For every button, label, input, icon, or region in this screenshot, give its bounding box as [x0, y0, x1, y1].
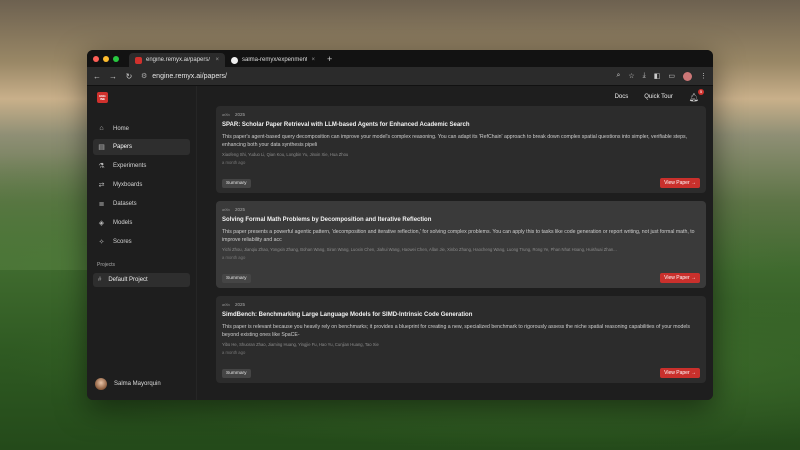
quick-tour-link[interactable]: Quick Tour	[644, 94, 673, 100]
reload-button[interactable]: ↻	[125, 72, 133, 81]
profile-avatar-icon[interactable]	[683, 71, 692, 81]
browser-menu-icon[interactable]: ⋮	[700, 72, 707, 80]
paper-card[interactable]: arXiv 2025 Solving Formal Math Problems …	[216, 201, 706, 288]
paper-age: a month ago	[222, 160, 246, 165]
sidebar-item-models[interactable]: ◈ Models	[93, 215, 190, 231]
close-tab-icon[interactable]: ×	[311, 57, 315, 63]
view-paper-button[interactable]: View Paper →	[660, 178, 700, 188]
paper-card[interactable]: arXiv 2025 SimdBench: Benchmarking Large…	[216, 296, 706, 383]
paper-title[interactable]: SimdBench: Benchmarking Large Language M…	[222, 312, 700, 318]
sidebar-item-experiments[interactable]: ⚗ Experiments	[93, 158, 190, 174]
paper-description: This paper is relevant because you heavi…	[222, 324, 690, 338]
notifications-button[interactable]: 🔔︎ 5	[688, 88, 704, 102]
browser-toolbar: ← → ↻ ⚙ engine.remyx.ai/papers/ ⌕ ☆ ⤓ ◧ …	[87, 67, 713, 86]
myxboards-icon: ⇄	[98, 182, 105, 189]
sidebar-item-label: Models	[113, 220, 133, 226]
close-window-button[interactable]	[93, 55, 99, 62]
sidebar-item-label: Datasets	[113, 201, 137, 207]
app-shell: ENG INE ⌂ Home ▤ Papers ⚗ Experiments ⇄ …	[87, 86, 713, 400]
bell-icon: 🔔︎	[688, 92, 699, 102]
paper-source: arXiv	[222, 302, 230, 307]
paper-feed: arXiv 2025 SPAR: Scholar Paper Retrieval…	[216, 106, 706, 391]
paper-source: arXiv	[222, 112, 230, 117]
view-paper-button[interactable]: View Paper →	[660, 368, 700, 378]
experiments-icon: ⚗	[98, 163, 105, 170]
sidebar-item-label: Scores	[113, 239, 132, 245]
user-name: Salma Mayorquin	[114, 381, 161, 387]
browser-tab[interactable]: engine.remyx.ai/papers/ ×	[129, 53, 225, 67]
paper-meta: arXiv 2025	[222, 112, 700, 117]
site-settings-icon[interactable]: ⚙	[141, 72, 147, 80]
github-favicon-icon	[231, 56, 238, 64]
summary-button[interactable]: Summary	[222, 274, 251, 283]
download-icon[interactable]: ⤓	[643, 72, 646, 80]
browser-window: engine.remyx.ai/papers/ × salma-remyx/ex…	[87, 50, 713, 400]
tab-bar: engine.remyx.ai/papers/ × salma-remyx/ex…	[87, 50, 713, 67]
paper-title[interactable]: SPAR: Scholar Paper Retrieval with LLM-b…	[222, 122, 700, 128]
user-profile[interactable]: Salma Mayorquin	[95, 378, 161, 390]
forward-button[interactable]: →	[109, 72, 117, 81]
project-item-default[interactable]: # Default Project	[93, 273, 190, 287]
paper-card[interactable]: arXiv 2025 SPAR: Scholar Paper Retrieval…	[216, 106, 706, 193]
paper-year: 2025	[234, 302, 245, 307]
top-nav: Docs Quick Tour 🔔︎ 5	[197, 86, 713, 104]
sidebar-item-datasets[interactable]: ≣ Datasets	[93, 196, 190, 212]
app-logo[interactable]: ENG INE	[97, 92, 108, 103]
paper-title[interactable]: Solving Formal Math Problems by Decompos…	[222, 217, 700, 223]
sidebar-item-label: Home	[113, 125, 130, 132]
paper-age: a month ago	[222, 350, 246, 355]
summary-button[interactable]: Summary	[222, 179, 251, 188]
maximize-window-button[interactable]	[113, 55, 119, 62]
sidebar-item-scores[interactable]: ✧ Scores	[93, 234, 190, 250]
tab-title: salma-remyx/experimental-v	[242, 57, 308, 63]
paper-description: This paper's agent-based query decomposi…	[222, 134, 688, 148]
browser-tab[interactable]: salma-remyx/experimental-v ×	[225, 53, 321, 67]
projects-section-label: Projects	[97, 262, 116, 268]
paper-authors: Yichi Zhou, Jianqiu Zhao, Yongxin Zhang,…	[222, 247, 617, 252]
project-label: Default Project	[108, 277, 148, 283]
hash-icon: #	[98, 277, 102, 283]
sidebar-item-label: Experiments	[113, 163, 147, 169]
sidebar-item-label: Papers	[113, 144, 133, 150]
paper-source: arXiv	[222, 207, 230, 212]
paper-meta: arXiv 2025	[222, 207, 700, 212]
paper-description: This paper presents a powerful agentic p…	[222, 229, 695, 243]
paper-authors: Yibo He, Shuoran Zhao, Jiaming Huang, Yi…	[222, 342, 379, 347]
back-button[interactable]: ←	[93, 72, 101, 81]
datasets-icon: ≣	[98, 201, 105, 208]
models-icon: ◈	[98, 220, 105, 227]
browser-tools: ⌕ ☆ ⤓ ◧ ▭ ⋮	[616, 71, 707, 81]
sidebar-item-papers[interactable]: ▤ Papers	[93, 139, 190, 155]
url-text: engine.remyx.ai/papers/	[152, 72, 227, 80]
remyx-favicon-icon	[135, 56, 142, 64]
notification-badge: 5	[698, 88, 704, 95]
address-bar[interactable]: ⚙ engine.remyx.ai/papers/	[141, 72, 608, 81]
window-controls	[93, 55, 119, 62]
paper-meta: arXiv 2025	[222, 302, 700, 307]
sidebar-item-myxboards[interactable]: ⇄ Myxboards	[93, 177, 190, 193]
paper-age: a month ago	[222, 255, 246, 260]
close-tab-icon[interactable]: ×	[215, 57, 219, 63]
home-icon: ⌂	[99, 125, 104, 132]
papers-icon: ▤	[98, 144, 105, 151]
sidebar: ENG INE ⌂ Home ▤ Papers ⚗ Experiments ⇄ …	[87, 86, 197, 400]
sidebar-item-label: Myxboards	[113, 182, 143, 188]
summary-button[interactable]: Summary	[222, 369, 251, 378]
scores-icon: ✧	[98, 239, 105, 246]
zoom-icon[interactable]: ⌕	[616, 72, 620, 80]
minimize-window-button[interactable]	[103, 55, 109, 62]
view-paper-button[interactable]: View Paper →	[660, 273, 700, 283]
sidepanel-icon[interactable]: ▭	[668, 72, 675, 80]
docs-link[interactable]: Docs	[615, 94, 629, 100]
main-content: Docs Quick Tour 🔔︎ 5 arXiv 2025 SPAR: Sc…	[197, 86, 713, 400]
sidebar-item-home[interactable]: ⌂ Home	[93, 121, 190, 136]
tab-title: engine.remyx.ai/papers/	[146, 57, 211, 63]
paper-authors: Xiaofeng Shi, Yuduo Li, Qian Kou, Longbi…	[222, 152, 349, 157]
paper-year: 2025	[234, 207, 245, 212]
avatar	[95, 378, 107, 390]
new-tab-button[interactable]: +	[327, 54, 332, 64]
paper-year: 2025	[234, 112, 245, 117]
bookmark-star-icon[interactable]: ☆	[628, 72, 634, 80]
extensions-icon[interactable]: ◧	[654, 72, 661, 80]
